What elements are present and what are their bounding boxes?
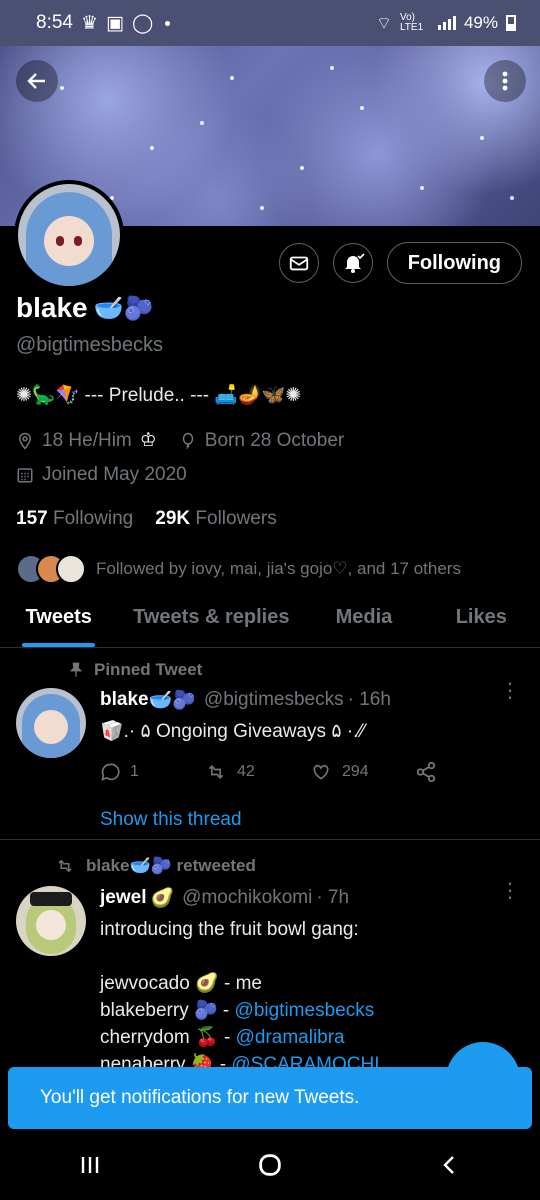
tweet-author-name: blake xyxy=(100,689,149,710)
tweet-line: cherrydom 🍒 - xyxy=(100,1027,236,1048)
profile-joined: Joined May 2020 xyxy=(42,464,187,485)
followers-stat[interactable]: 29K Followers xyxy=(155,508,276,530)
share-icon xyxy=(416,761,436,783)
tweet-author-emojis: 🥣🫐 xyxy=(148,690,196,711)
battery-label: 49% xyxy=(463,13,498,32)
whatsapp-icon: ◯ xyxy=(131,12,154,34)
followers-label: Followers xyxy=(195,508,277,529)
profile-info: blake 🥣🫐 @bigtimesbecks ✺🦕🪁 --- Prelude..… xyxy=(16,292,524,584)
tab-tweets-replies[interactable]: Tweets & replies xyxy=(117,596,305,647)
tweet-avatar[interactable] xyxy=(16,688,86,758)
system-back-button[interactable] xyxy=(420,1145,480,1185)
retweet-button[interactable]: 42 xyxy=(205,762,310,782)
retweet-count: 42 xyxy=(237,763,255,780)
profile-actions: Following xyxy=(278,242,522,284)
tweet-pinned[interactable]: Pinned Tweet ⋮ blake 🥣🫐 @bigtimesbecks · … xyxy=(0,648,540,840)
retweet-context-icon xyxy=(58,859,72,873)
notifications-button[interactable] xyxy=(332,243,373,283)
location-pin-icon xyxy=(18,432,32,450)
tweet-time: · 16h xyxy=(347,689,391,710)
profile-handle: @bigtimesbecks xyxy=(16,334,164,356)
battery-icon xyxy=(506,15,516,31)
system-nav-bar xyxy=(0,1130,540,1200)
clock: 8:54 xyxy=(36,12,73,33)
tweet-line: introducing the fruit bowl gang: xyxy=(100,919,359,940)
tweet-text: 🥡.· ۵ Ongoing Giveaways ۵ ·.⁄⁄ xyxy=(100,721,365,742)
reply-button[interactable]: 1 xyxy=(100,762,205,782)
status-bar: 8:54 ♛ ▣ ◯ ⌔ Vo) LTE1 49% xyxy=(0,0,540,46)
retweet-context-label: blake🥣🫐 retweeted xyxy=(86,856,256,875)
profile-name: blake xyxy=(16,292,88,323)
retweet-icon xyxy=(208,764,224,780)
profile-tabs: Tweets Tweets & replies Media Likes xyxy=(0,596,540,648)
wifi-icon: ⌔ xyxy=(375,13,392,33)
tweet-author-emojis: 🥑 xyxy=(150,888,175,909)
calendar-icon xyxy=(17,468,33,483)
follower-avatar xyxy=(56,554,86,584)
notification-dot xyxy=(165,20,171,26)
tab-tweets[interactable]: Tweets xyxy=(0,596,117,647)
tweet-line: jewvocado 🥑 - me xyxy=(100,973,262,994)
arrow-left-icon xyxy=(27,73,45,89)
recent-apps-button[interactable] xyxy=(60,1145,120,1185)
more-options-button[interactable] xyxy=(484,60,526,102)
following-count: 157 xyxy=(16,508,48,529)
gallery-icon: ▣ xyxy=(106,12,124,34)
followed-by-text: Followed by iovy, mai, jia's gojo♡, and … xyxy=(96,559,461,578)
reply-icon xyxy=(101,763,120,781)
tweet-time: · 7h xyxy=(316,887,350,908)
like-count: 294 xyxy=(342,763,369,780)
recent-apps-icon xyxy=(81,1157,99,1173)
home-icon xyxy=(259,1154,281,1176)
message-button[interactable] xyxy=(278,243,319,283)
share-button[interactable] xyxy=(415,761,520,783)
back-button[interactable] xyxy=(16,60,58,102)
tweet-author-handle: @mochikokomi xyxy=(182,887,313,908)
heart-icon xyxy=(313,764,329,780)
following-label: Following xyxy=(52,508,134,529)
mention-link[interactable]: @dramalibra xyxy=(236,1027,345,1048)
mention-link[interactable]: @bigtimesbecks xyxy=(235,1000,375,1021)
following-button[interactable]: Following xyxy=(386,242,522,284)
like-button[interactable]: 294 xyxy=(310,762,415,782)
tab-likes[interactable]: Likes xyxy=(423,596,540,647)
profile-bio: ✺🦕🪁 --- Prelude.. --- 🛋️🪔🦋✺ xyxy=(16,385,302,406)
crown-chess-icon: ♔ xyxy=(139,430,157,451)
crown-icon: ♛ xyxy=(80,12,99,34)
tweet-author-name: jewel xyxy=(100,887,147,908)
envelope-icon xyxy=(289,256,308,271)
balloon-icon xyxy=(182,432,194,449)
notification-toast[interactable]: You'll get notifications for new Tweets. xyxy=(8,1067,532,1129)
bell-check-icon xyxy=(344,253,365,273)
profile-name-emojis: 🥣🫐 xyxy=(93,294,154,322)
tweet-line: blakeberry 🫐 - xyxy=(100,1000,235,1021)
pinned-label: Pinned Tweet xyxy=(94,660,203,679)
followed-by-row[interactable]: Followed by iovy, mai, jia's gojo♡, and … xyxy=(16,554,524,584)
pin-icon xyxy=(69,662,83,677)
profile-avatar[interactable] xyxy=(14,180,124,290)
reply-count: 1 xyxy=(130,763,139,780)
following-stat[interactable]: 157 Following xyxy=(16,508,133,530)
profile-location: 18 He/Him xyxy=(42,429,132,451)
profile-birthday: Born 28 October xyxy=(204,429,345,451)
chevron-left-icon xyxy=(443,1156,454,1174)
followers-count: 29K xyxy=(155,508,191,529)
tab-media[interactable]: Media xyxy=(305,596,422,647)
tweet-author-handle: @bigtimesbecks xyxy=(203,689,344,710)
tweet-avatar[interactable] xyxy=(16,886,86,956)
home-button[interactable] xyxy=(240,1145,300,1185)
more-vertical-icon xyxy=(502,71,508,91)
signal-icon xyxy=(437,16,456,30)
network-label: Vo) LTE1 xyxy=(399,12,424,33)
show-thread-link[interactable]: Show this thread xyxy=(100,809,520,831)
